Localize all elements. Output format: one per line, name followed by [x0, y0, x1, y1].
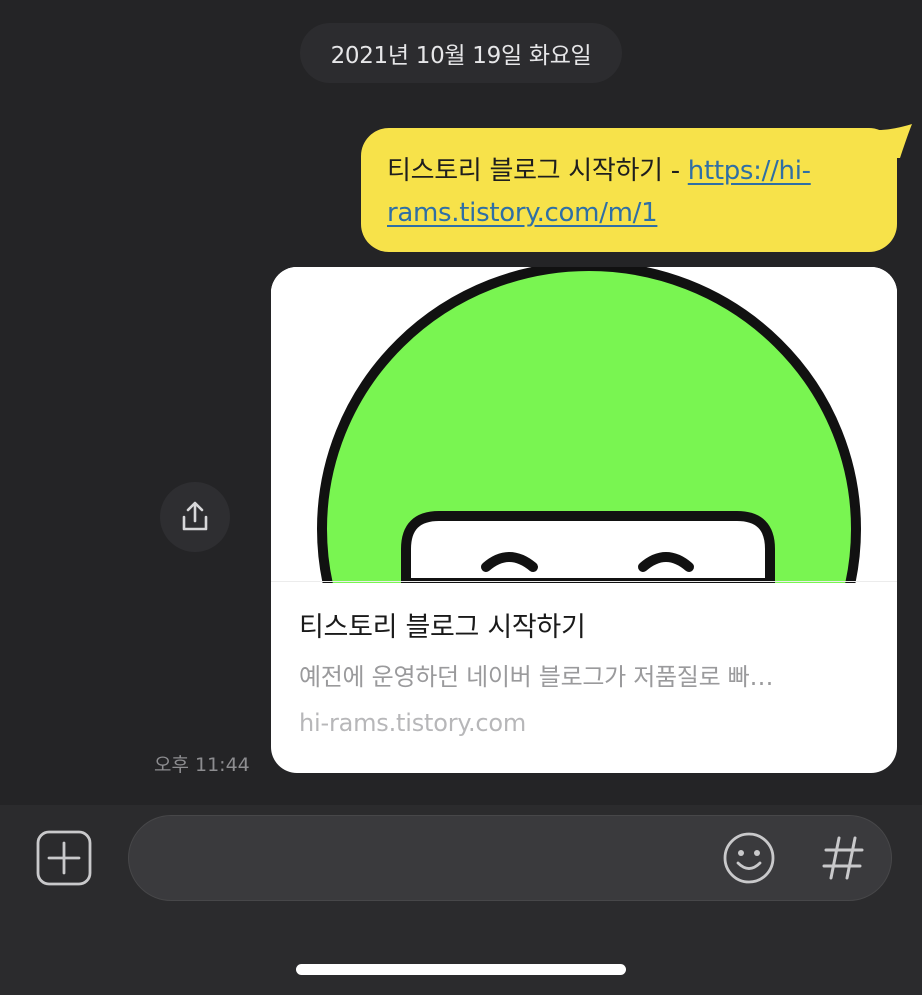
- link-preview-description: 예전에 운영하던 네이버 블로그가 저품질로 빠…: [299, 663, 774, 691]
- emoji-button[interactable]: [722, 831, 776, 885]
- date-divider-label: 2021년 10월 19일 화요일: [330, 43, 592, 69]
- date-divider: 2021년 10월 19일 화요일: [300, 23, 622, 83]
- card-divider: [271, 581, 897, 582]
- share-button[interactable]: [160, 482, 230, 552]
- hash-icon: [822, 836, 864, 880]
- message-timestamp: 오후 11:44: [154, 754, 250, 776]
- home-indicator[interactable]: [296, 964, 626, 975]
- message-text: 티스토리 블로그 시작하기 -: [387, 156, 688, 186]
- emoji-icon: [723, 832, 775, 884]
- link-preview-domain: hi-rams.tistory.com: [299, 709, 527, 737]
- link-preview-card[interactable]: 티스토리 블로그 시작하기 예전에 운영하던 네이버 블로그가 저품질로 빠… …: [271, 267, 897, 773]
- share-icon: [182, 501, 208, 531]
- message-input[interactable]: [128, 815, 892, 901]
- plus-icon: [36, 830, 92, 886]
- link-preview-thumbnail: [271, 267, 897, 583]
- attach-button[interactable]: [36, 830, 92, 886]
- message-bubble[interactable]: 티스토리 블로그 시작하기 - https://hi-rams.tistory.…: [361, 128, 897, 252]
- hashtag-button[interactable]: [820, 830, 866, 886]
- link-preview-title: 티스토리 블로그 시작하기: [299, 612, 586, 643]
